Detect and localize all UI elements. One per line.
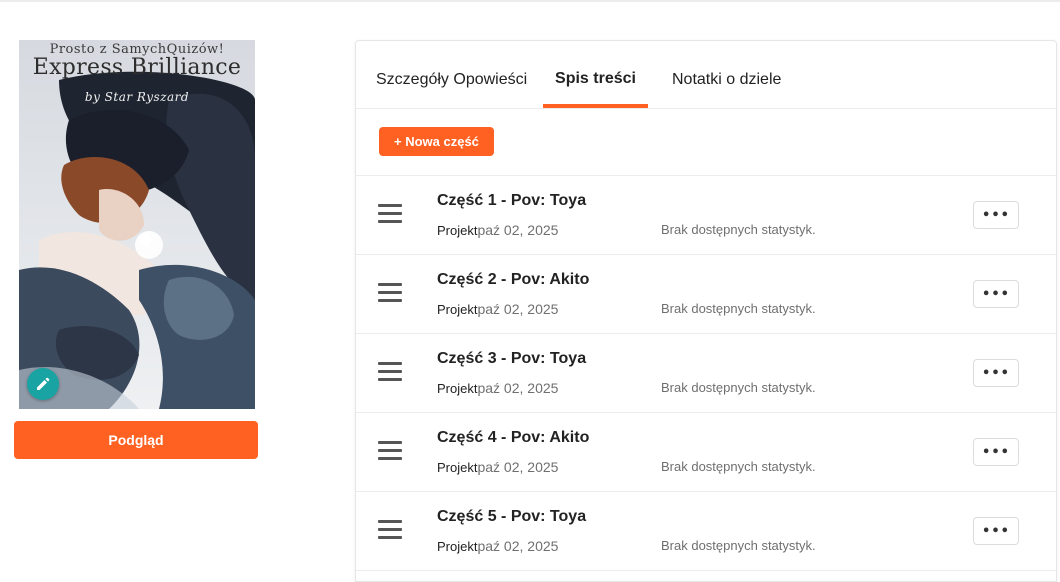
part-meta: Projektpaź 02, 2025 [437,459,558,475]
part-date: paź 02, 2025 [477,538,559,554]
more-options-button[interactable]: ••• [973,201,1019,229]
part-meta: Projektpaź 02, 2025 [437,380,558,396]
part-meta: Projektpaź 02, 2025 [437,538,558,554]
part-stats: Brak dostępnych statystyk. [661,538,816,553]
drag-handle-icon[interactable] [378,441,402,461]
part-title[interactable]: Część 5 - Pov: Toya [437,508,586,526]
part-meta: Projektpaź 02, 2025 [437,222,558,238]
cover-title: Express Brilliance [32,55,242,80]
drag-handle-icon[interactable] [378,520,402,540]
part-row[interactable]: Część 4 - Pov: Akito Projektpaź 02, 2025… [356,413,1056,492]
part-stats: Brak dostępnych statystyk. [661,380,816,395]
part-status: Projekt [437,223,478,238]
part-row[interactable]: Część 3 - Pov: Toya Projektpaź 02, 2025 … [356,334,1056,413]
top-divider [0,0,1060,2]
part-status: Projekt [437,381,478,396]
more-options-button[interactable]: ••• [973,280,1019,308]
drag-handle-icon[interactable] [378,362,402,382]
more-options-button[interactable]: ••• [973,438,1019,466]
part-status: Projekt [437,539,478,554]
story-tabs: Szczegóły Opowieści Spis treści Notatki … [356,41,1056,109]
part-date: paź 02, 2025 [477,301,559,317]
part-title[interactable]: Część 1 - Pov: Toya [437,192,586,210]
part-title[interactable]: Część 3 - Pov: Toya [437,350,586,368]
parts-list: Część 1 - Pov: Toya Projektpaź 02, 2025 … [356,176,1056,571]
story-cover-column: Prosto z SamychQuizów! Express Brillianc… [14,40,258,459]
tab-table-of-contents[interactable]: Spis treści [543,41,648,108]
preview-button[interactable]: Podgląd [14,421,258,459]
new-part-button[interactable]: + Nowa część [379,127,494,156]
part-status: Projekt [437,460,478,475]
part-row[interactable]: Część 5 - Pov: Toya Projektpaź 02, 2025 … [356,492,1056,571]
pencil-icon [37,377,50,390]
part-meta: Projektpaź 02, 2025 [437,301,558,317]
part-date: paź 02, 2025 [477,380,559,396]
more-options-button[interactable]: ••• [973,517,1019,545]
more-options-button[interactable]: ••• [973,359,1019,387]
drag-handle-icon[interactable] [378,283,402,303]
part-date: paź 02, 2025 [477,459,559,475]
part-stats: Brak dostępnych statystyk. [661,301,816,316]
cover-author: by Star Ryszard [84,90,190,104]
tab-story-details[interactable]: Szczegóły Opowieści [376,41,527,108]
story-parts-panel: Szczegóły Opowieści Spis treści Notatki … [355,40,1057,582]
part-status: Projekt [437,302,478,317]
tab-story-notes[interactable]: Notatki o dziele [672,41,781,108]
part-stats: Brak dostępnych statystyk. [661,459,816,474]
part-title[interactable]: Część 2 - Pov: Akito [437,271,589,289]
drag-handle-icon[interactable] [378,204,402,224]
parts-toolbar: + Nowa część [356,109,1056,176]
part-stats: Brak dostępnych statystyk. [661,222,816,237]
part-date: paź 02, 2025 [477,222,559,238]
part-title[interactable]: Część 4 - Pov: Akito [437,429,589,447]
part-row[interactable]: Część 2 - Pov: Akito Projektpaź 02, 2025… [356,255,1056,334]
part-row[interactable]: Część 1 - Pov: Toya Projektpaź 02, 2025 … [356,176,1056,255]
story-cover-image[interactable]: Prosto z SamychQuizów! Express Brillianc… [19,40,255,409]
edit-cover-button[interactable] [27,368,59,400]
